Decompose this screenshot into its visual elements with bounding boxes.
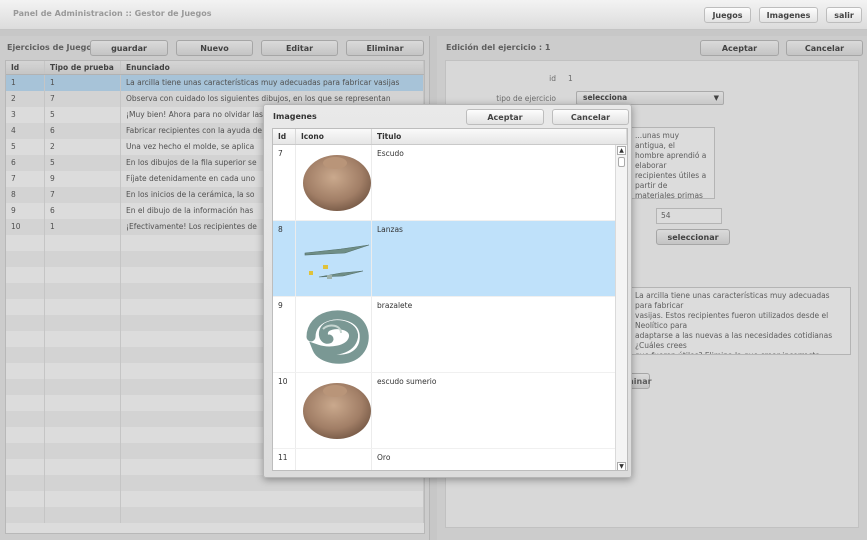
scroll-thumb[interactable] xyxy=(618,157,625,167)
bracelet-artifact-icon xyxy=(296,297,372,372)
image-id-cell: 7 xyxy=(273,145,296,220)
image-title-cell: escudo sumerio xyxy=(372,373,617,448)
scroll-up-icon[interactable]: ▲ xyxy=(617,146,626,155)
salir-button[interactable]: salir xyxy=(826,7,862,23)
image-id-cell: 10 xyxy=(273,373,296,448)
image-id-cell: 9 xyxy=(273,297,296,372)
image-title-cell: Escudo xyxy=(372,145,617,220)
images-table-header: Id Icono Titulo xyxy=(273,129,627,145)
image-row[interactable]: 7 Escudo xyxy=(273,145,617,221)
image-id-cell: 8 xyxy=(273,221,296,296)
image-row[interactable]: 9 brazalete xyxy=(273,297,617,373)
dialog-aceptar-button[interactable]: Aceptar xyxy=(466,109,544,125)
col-icono[interactable]: Icono xyxy=(296,129,372,144)
gold-artifact-icon xyxy=(296,449,372,470)
images-scrollbar[interactable]: ▲ ▼ xyxy=(615,145,627,470)
image-row[interactable]: 11 Oro xyxy=(273,449,617,470)
shield-artifact-icon xyxy=(296,145,372,220)
imagenes-dialog: Imagenes Aceptar Cancelar Id Icono Titul… xyxy=(263,104,632,478)
images-table: Id Icono Titulo 7 Escudo 8 Lanzas 9 brazalete… xyxy=(272,128,628,471)
scroll-down-icon[interactable]: ▼ xyxy=(617,462,626,470)
top-bar: Panel de Administracion :: Gestor de Jue… xyxy=(0,0,867,30)
dialog-cancelar-button[interactable]: Cancelar xyxy=(552,109,629,125)
image-title-cell: brazalete xyxy=(372,297,617,372)
image-title-cell: Lanzas xyxy=(372,221,617,296)
spears-artifact-icon xyxy=(296,221,372,296)
image-id-cell: 11 xyxy=(273,449,296,470)
image-title-cell: Oro xyxy=(372,449,617,470)
image-row[interactable]: 10 escudo sumerio xyxy=(273,373,617,449)
col-titulo[interactable]: Titulo xyxy=(372,129,627,144)
imagenes-button[interactable]: Imagenes xyxy=(759,7,818,23)
image-row[interactable]: 8 Lanzas xyxy=(273,221,617,297)
juegos-button[interactable]: Juegos xyxy=(704,7,751,23)
app-title: Panel de Administracion :: Gestor de Jue… xyxy=(13,9,212,18)
col-image-id[interactable]: Id xyxy=(273,129,296,144)
dialog-title: Imagenes xyxy=(273,112,317,121)
shield-artifact-icon xyxy=(296,373,372,448)
images-table-body: 7 Escudo 8 Lanzas 9 brazalete 10 escudo sumerio… xyxy=(273,145,617,470)
